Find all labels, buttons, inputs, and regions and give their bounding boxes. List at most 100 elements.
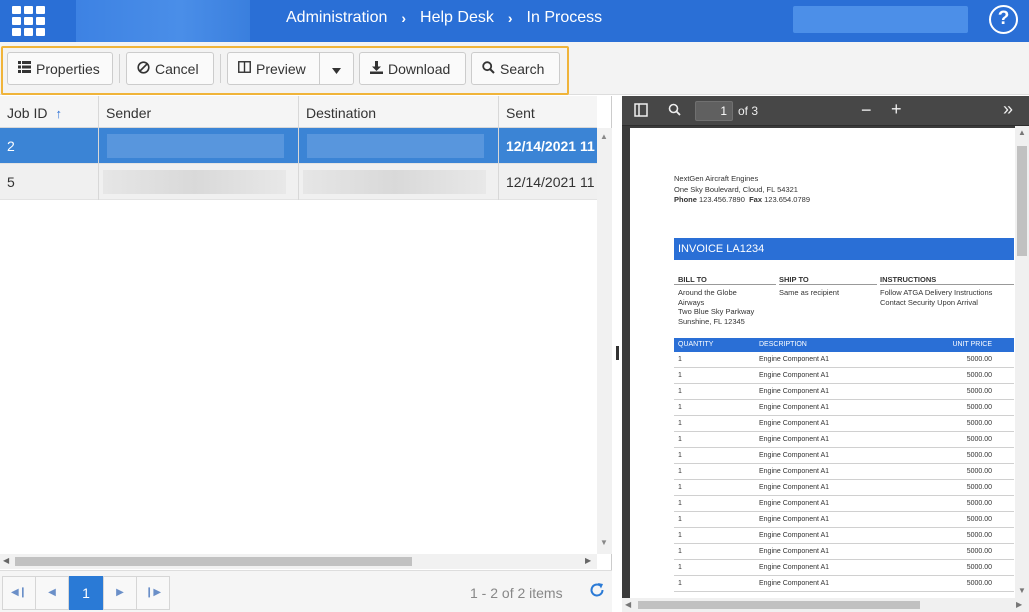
breadcrumb-administration[interactable]: Administration xyxy=(286,9,387,27)
prev-page-icon[interactable]: ◀ xyxy=(35,576,69,610)
properties-label: Properties xyxy=(36,60,100,77)
grid-header: Job ID ↑ Sender Destination Sent xyxy=(0,96,597,128)
invoice-item-row: 1 Engine Component A1 5000.00 xyxy=(674,400,1014,416)
preview-dropdown-button[interactable] xyxy=(319,52,354,85)
download-button[interactable]: Download xyxy=(359,52,466,85)
column-header-sent[interactable]: Sent xyxy=(499,96,597,128)
scroll-right-icon[interactable]: ▶ xyxy=(585,556,591,565)
invoice-item-row: 1 Engine Component A1 5000.00 xyxy=(674,544,1014,560)
breadcrumb-help-desk[interactable]: Help Desk xyxy=(420,9,494,27)
search-button[interactable]: Search xyxy=(471,52,560,85)
properties-button[interactable]: Properties xyxy=(7,52,113,85)
scroll-right-icon[interactable]: ▶ xyxy=(1016,600,1022,609)
pdf-viewer: 1 of 3 − + » NextGen Aircraft Engines On… xyxy=(622,96,1029,612)
redacted-value xyxy=(307,134,484,158)
breadcrumb: Administration › Help Desk › In Process xyxy=(286,9,602,27)
page-number-input[interactable]: 1 xyxy=(695,101,733,121)
sidebar-toggle-icon[interactable] xyxy=(634,103,648,120)
invoice-item-row: 1 Engine Component A1 5000.00 xyxy=(674,560,1014,576)
column-header-sender[interactable]: Sender xyxy=(99,96,299,128)
items-table-header: QUANTITY DESCRIPTION UNIT PRICE xyxy=(674,338,1014,352)
column-header-destination[interactable]: Destination xyxy=(299,96,499,128)
scroll-up-icon[interactable]: ▲ xyxy=(1018,128,1026,137)
scroll-down-icon[interactable]: ▼ xyxy=(600,538,608,547)
zoom-out-icon[interactable]: − xyxy=(861,100,872,121)
cancel-icon xyxy=(137,60,150,77)
toolbar-divider xyxy=(119,54,120,83)
redacted-value xyxy=(303,170,486,194)
redacted-value xyxy=(107,134,284,158)
chevron-right-icon: › xyxy=(507,10,513,26)
cancel-label: Cancel xyxy=(155,60,199,77)
search-icon xyxy=(482,60,495,77)
invoice-item-row: 1 Engine Component A1 5000.00 xyxy=(674,512,1014,528)
sort-ascending-icon: ↑ xyxy=(55,106,62,121)
jobs-grid: Job ID ↑ Sender Destination Sent 2 12/14/… xyxy=(0,96,612,612)
invoice-item-row: 1 Engine Component A1 5000.00 xyxy=(674,416,1014,432)
zoom-in-icon[interactable]: + xyxy=(891,99,902,120)
scroll-thumb[interactable] xyxy=(638,601,920,609)
page-total: of 3 xyxy=(738,104,759,118)
column-label: Job ID xyxy=(7,105,48,121)
refresh-icon[interactable] xyxy=(589,582,605,603)
scroll-thumb[interactable] xyxy=(15,557,412,566)
viewer-vertical-scrollbar[interactable]: ▲ ▼ xyxy=(1015,126,1029,600)
next-page-icon[interactable]: ▶ xyxy=(103,576,137,610)
cell-destination xyxy=(299,164,499,200)
scroll-left-icon[interactable]: ◀ xyxy=(3,556,9,565)
scroll-thumb[interactable] xyxy=(1017,146,1027,256)
user-info-redacted xyxy=(793,6,968,33)
grid-vertical-scrollbar[interactable]: ▲ ▼ xyxy=(597,128,612,554)
preview-button[interactable]: Preview xyxy=(227,52,320,85)
cancel-button[interactable]: Cancel xyxy=(126,52,214,85)
invoice-title: INVOICE LA1234 xyxy=(674,238,1014,260)
cell-job-id: 5 xyxy=(0,164,99,200)
download-label: Download xyxy=(388,60,451,77)
bill-to-block: BILL TO Around the Globe Airways Two Blu… xyxy=(674,275,776,326)
invoice-item-row: 1 Engine Component A1 5000.00 xyxy=(674,432,1014,448)
search-icon[interactable] xyxy=(668,103,681,119)
logo-redacted xyxy=(76,0,250,42)
last-page-icon[interactable]: ❙▶ xyxy=(136,576,170,610)
instructions-block: INSTRUCTIONS Follow ATGA Delivery Instru… xyxy=(880,275,1014,307)
invoice-company-block: NextGen Aircraft Engines One Sky Bouleva… xyxy=(674,174,810,206)
toolbar: Properties Cancel Preview Download Searc… xyxy=(0,42,1029,95)
table-row[interactable]: 2 12/14/2021 11 xyxy=(0,128,597,164)
invoice-item-row: 1 Engine Component A1 5000.00 xyxy=(674,480,1014,496)
scroll-up-icon[interactable]: ▲ xyxy=(600,132,608,141)
ship-to-block: SHIP TO Same as recipient xyxy=(779,275,877,298)
list-icon xyxy=(18,61,31,76)
invoice-item-row: 1 Engine Component A1 5000.00 xyxy=(674,352,1014,368)
company-address: One Sky Boulevard, Cloud, FL 54321 xyxy=(674,184,798,194)
cell-job-id: 2 xyxy=(0,128,99,164)
page-number-button[interactable]: 1 xyxy=(69,576,103,610)
grid-horizontal-scrollbar[interactable]: ◀ ▶ xyxy=(0,554,597,569)
invoice-item-row: 1 Engine Component A1 5000.00 xyxy=(674,368,1014,384)
preview-label: Preview xyxy=(256,60,306,77)
scroll-down-icon[interactable]: ▼ xyxy=(1018,586,1026,595)
breadcrumb-in-process[interactable]: In Process xyxy=(527,9,603,27)
invoice-item-row: 1 Engine Component A1 5000.00 xyxy=(674,448,1014,464)
table-row[interactable]: 5 12/14/2021 11 xyxy=(0,164,597,200)
invoice-item-row: 1 Engine Component A1 5000.00 xyxy=(674,576,1014,592)
redacted-value xyxy=(103,170,286,194)
pdf-page: NextGen Aircraft Engines One Sky Bouleva… xyxy=(630,128,1015,600)
cell-sender xyxy=(99,128,299,164)
help-icon[interactable]: ? xyxy=(989,5,1018,34)
scroll-left-icon[interactable]: ◀ xyxy=(625,600,631,609)
cell-sent: 12/14/2021 11 xyxy=(506,174,595,190)
company-name: NextGen Aircraft Engines xyxy=(674,174,759,183)
top-header: Administration › Help Desk › In Process … xyxy=(0,0,1029,42)
download-icon xyxy=(370,60,383,77)
viewer-horizontal-scrollbar[interactable]: ◀ ▶ xyxy=(622,598,1029,612)
invoice-item-row: 1 Engine Component A1 5000.00 xyxy=(674,496,1014,512)
company-contact: Phone 123.456.7890 Fax 123.654.0789 xyxy=(674,195,810,204)
more-tools-icon[interactable]: » xyxy=(1003,99,1013,120)
invoice-item-row: 1 Engine Component A1 5000.00 xyxy=(674,528,1014,544)
toolbar-divider xyxy=(220,54,221,83)
app-launcher-icon[interactable] xyxy=(10,4,45,36)
pane-splitter[interactable] xyxy=(612,96,622,612)
first-page-icon[interactable]: ◀❙ xyxy=(2,576,36,610)
column-header-job-id[interactable]: Job ID ↑ xyxy=(0,96,99,128)
splitter-handle[interactable] xyxy=(616,346,619,360)
